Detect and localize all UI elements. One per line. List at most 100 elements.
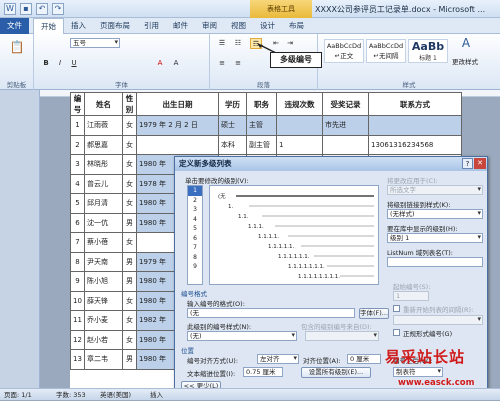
- aligned-at-input[interactable]: 0 厘米: [347, 354, 381, 364]
- tab-review[interactable]: 审阅: [195, 18, 224, 34]
- level-item[interactable]: 3: [188, 205, 202, 215]
- listnum-input[interactable]: [387, 257, 483, 267]
- table-cell[interactable]: 男: [122, 212, 137, 233]
- table-cell[interactable]: 沈一伉: [84, 212, 123, 233]
- table-cell[interactable]: 尹天南: [84, 251, 123, 272]
- style-no-spacing[interactable]: AaBbCcDd ↵无间隔: [366, 39, 406, 63]
- tab-references[interactable]: 引用: [137, 18, 166, 34]
- increase-indent-icon[interactable]: ⇥: [284, 38, 296, 49]
- level-item[interactable]: 8: [188, 253, 202, 263]
- font-size-select[interactable]: 五号: [70, 38, 120, 48]
- tab-page-layout[interactable]: 页面布局: [93, 18, 137, 34]
- table-cell[interactable]: 9: [70, 271, 85, 292]
- table-cell[interactable]: 曾云儿: [84, 173, 123, 194]
- underline-icon[interactable]: U: [68, 58, 80, 69]
- table-cell[interactable]: 8: [70, 251, 85, 272]
- close-icon[interactable]: ✕: [474, 158, 486, 169]
- tab-file[interactable]: 文件: [0, 17, 29, 34]
- style-heading-1[interactable]: AaBb 标题 1: [408, 39, 448, 63]
- table-cell[interactable]: 硕士: [218, 115, 247, 136]
- bold-icon[interactable]: B: [40, 58, 52, 69]
- level-item[interactable]: 9: [188, 262, 202, 272]
- table-cell[interactable]: 郝思嘉: [84, 134, 123, 155]
- font-button[interactable]: 字体(F)...: [359, 308, 389, 319]
- table-cell[interactable]: 女: [122, 154, 137, 175]
- insert-mode[interactable]: 插入: [150, 389, 163, 401]
- table-cell[interactable]: 女: [122, 232, 137, 253]
- table-cell[interactable]: 1979 年 2 月 2 日: [136, 115, 219, 136]
- word-logo-icon[interactable]: W: [4, 3, 16, 15]
- table-cell[interactable]: 男: [122, 349, 137, 370]
- table-cell[interactable]: 女: [122, 173, 137, 194]
- table-cell[interactable]: 6: [70, 212, 85, 233]
- table-cell[interactable]: 3: [70, 154, 85, 175]
- tab-insert[interactable]: 插入: [64, 18, 93, 34]
- redo-icon[interactable]: ↷: [52, 3, 64, 15]
- start-at-input[interactable]: 1: [393, 291, 429, 301]
- number-style-select[interactable]: (无): [187, 331, 297, 341]
- help-icon[interactable]: ?: [462, 158, 473, 169]
- font-color-icon[interactable]: A: [154, 58, 166, 69]
- align-left-icon[interactable]: ≡: [216, 58, 228, 69]
- table-cell[interactable]: 本科: [218, 134, 247, 155]
- table-cell[interactable]: 蔡小蓓: [84, 232, 123, 253]
- table-cell[interactable]: 市先进: [322, 115, 369, 136]
- shading-icon[interactable]: A: [170, 58, 182, 69]
- table-cell[interactable]: 薛天锋: [84, 290, 123, 311]
- table-cell[interactable]: 12: [70, 329, 85, 350]
- table-cell[interactable]: 女: [122, 310, 137, 331]
- table-cell[interactable]: [276, 115, 323, 136]
- apply-to-select[interactable]: 所选文字: [387, 185, 483, 195]
- tab-layout[interactable]: 布局: [282, 18, 311, 34]
- paste-icon[interactable]: 📋: [9, 38, 25, 56]
- change-styles-label[interactable]: 更改样式: [452, 56, 478, 66]
- table-cell[interactable]: 13061316234568: [368, 134, 462, 155]
- table-cell[interactable]: 主管: [246, 115, 277, 136]
- table-cell[interactable]: 林晓彤: [84, 154, 123, 175]
- numbering-icon[interactable]: ☷: [232, 38, 244, 49]
- table-cell[interactable]: 10: [70, 290, 85, 311]
- table-cell[interactable]: 女: [122, 329, 137, 350]
- level-item[interactable]: 6: [188, 234, 202, 244]
- table-row[interactable]: 2 郝思嘉女 本科 副主管 1 13061316234568: [70, 134, 462, 155]
- gallery-level-select[interactable]: 级别 1: [387, 233, 483, 243]
- table-cell[interactable]: 女: [122, 115, 137, 136]
- table-cell[interactable]: [368, 115, 462, 136]
- restart-select[interactable]: [393, 315, 483, 325]
- bullets-icon[interactable]: ☰: [216, 38, 228, 49]
- link-style-select[interactable]: (无样式): [387, 209, 483, 219]
- follow-number-select[interactable]: 制表符: [393, 367, 443, 377]
- align-center-icon[interactable]: ≡: [232, 58, 244, 69]
- table-row[interactable]: 1 江雨薇女 1979 年 2 月 2 日硕士 主管 市先进: [70, 115, 462, 136]
- tab-view[interactable]: 视图: [224, 18, 253, 34]
- table-cell[interactable]: 副主管: [246, 134, 277, 155]
- table-cell[interactable]: 赵小若: [84, 329, 123, 350]
- level-item[interactable]: 5: [188, 224, 202, 234]
- include-level-select[interactable]: [305, 331, 379, 341]
- table-cell[interactable]: 女: [122, 134, 137, 155]
- legal-checkbox[interactable]: [393, 329, 400, 336]
- tab-mailings[interactable]: 邮件: [166, 18, 195, 34]
- table-cell[interactable]: 陈小旭: [84, 271, 123, 292]
- number-format-input[interactable]: (无: [187, 308, 355, 318]
- table-cell[interactable]: 4: [70, 173, 85, 194]
- level-item[interactable]: 2: [188, 196, 202, 206]
- table-cell[interactable]: 1: [276, 134, 323, 155]
- table-cell[interactable]: 男: [122, 251, 137, 272]
- table-cell[interactable]: [136, 134, 219, 155]
- restart-checkbox[interactable]: [393, 305, 400, 312]
- table-cell[interactable]: 1: [70, 115, 85, 136]
- table-cell[interactable]: 女: [122, 193, 137, 214]
- table-cell[interactable]: 7: [70, 232, 85, 253]
- table-cell[interactable]: 乔小麦: [84, 310, 123, 331]
- level-item[interactable]: 7: [188, 243, 202, 253]
- undo-icon[interactable]: ↶: [36, 3, 48, 15]
- table-cell[interactable]: 江雨薇: [84, 115, 123, 136]
- table-cell[interactable]: 13: [70, 349, 85, 370]
- table-cell[interactable]: [322, 134, 369, 155]
- table-cell[interactable]: 2: [70, 134, 85, 155]
- set-all-levels-button[interactable]: 设置所有级别(E)...: [301, 367, 371, 378]
- indent-input[interactable]: 0.75 厘米: [243, 367, 283, 377]
- change-styles-icon[interactable]: A: [456, 37, 476, 54]
- table-cell[interactable]: 5: [70, 193, 85, 214]
